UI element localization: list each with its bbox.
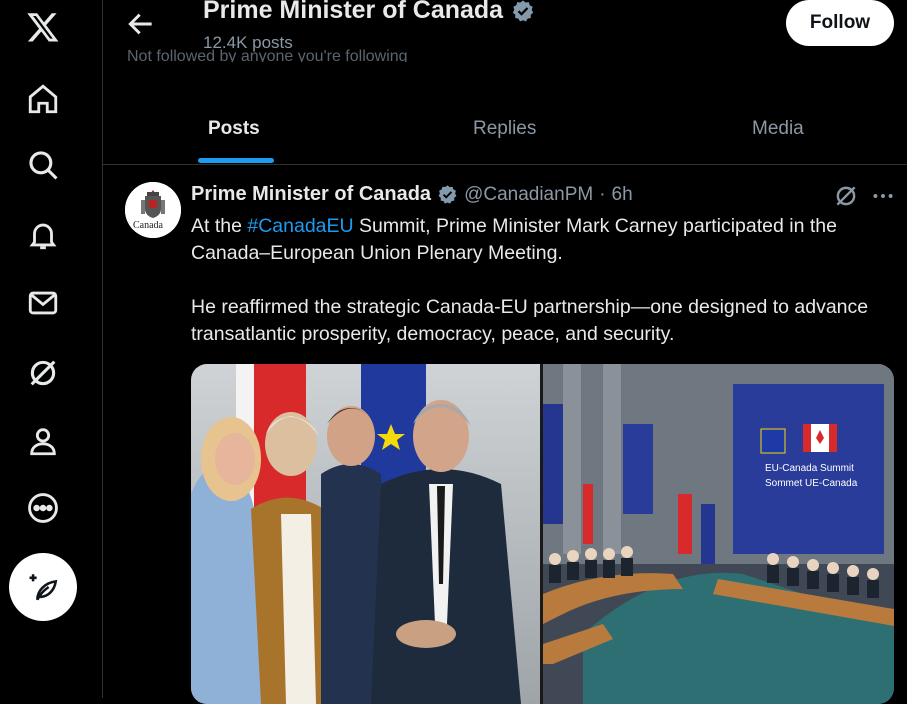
post-header: Prime Minister of Canada @CanadianPM · 6…	[191, 183, 633, 206]
profile-icon[interactable]	[20, 418, 66, 464]
verified-badge-icon	[512, 0, 534, 21]
active-tab-indicator	[198, 158, 274, 163]
profile-tabs: Posts Replies Media	[103, 100, 907, 163]
sidebar-nav	[0, 0, 100, 698]
post-media[interactable]: EU-Canada Summit Sommet UE-Canada	[191, 364, 894, 704]
tab-replies[interactable]: Replies	[473, 118, 536, 140]
post-paragraph-1: At the #CanadaEU Summit, Prime Minister …	[191, 213, 901, 267]
post-paragraph-2: He reaffirmed the strategic Canada-EU pa…	[191, 296, 869, 345]
hashtag-link[interactable]: #CanadaEU	[247, 215, 353, 237]
post-item[interactable]: Canada Prime Minister of Canada @Canadia…	[103, 165, 907, 704]
profile-header: Prime Minister of Canada 12.4K posts Not…	[103, 0, 907, 70]
follow-button[interactable]: Follow	[786, 0, 894, 46]
home-icon[interactable]	[20, 76, 66, 122]
post-separator: ·	[599, 183, 606, 205]
x-logo-icon[interactable]	[20, 4, 66, 50]
grok-icon[interactable]	[833, 183, 859, 209]
banner-title: EU-Canada Summit	[765, 463, 854, 474]
profile-name: Prime Minister of Canada	[203, 0, 504, 24]
tab-media[interactable]: Media	[752, 118, 804, 140]
back-arrow-icon[interactable]	[125, 8, 157, 40]
post-author[interactable]: Prime Minister of Canada	[191, 183, 431, 206]
bell-icon[interactable]	[20, 212, 66, 258]
search-icon[interactable]	[20, 142, 66, 188]
verified-badge-icon	[438, 185, 457, 204]
summit-photo-left[interactable]	[191, 364, 540, 704]
more-circle-icon[interactable]	[20, 485, 66, 531]
summit-photo-right[interactable]: EU-Canada Summit Sommet UE-Canada	[543, 364, 894, 704]
post-time[interactable]: 6h	[612, 184, 633, 206]
mail-icon[interactable]	[20, 280, 66, 326]
avatar[interactable]: Canada	[125, 182, 181, 238]
post-handle[interactable]: @CanadianPM	[464, 184, 593, 206]
banner-subtitle: Sommet UE-Canada	[765, 478, 858, 489]
avatar-wordmark: Canada	[133, 220, 163, 231]
post-text-prefix: At the	[191, 215, 248, 237]
grok-icon[interactable]	[20, 350, 66, 396]
followers-context-text: Not followed by anyone you're following	[127, 48, 408, 62]
post-body: At the #CanadaEU Summit, Prime Minister …	[191, 213, 901, 348]
compose-post-icon	[29, 574, 58, 601]
compose-post-button[interactable]	[9, 553, 77, 621]
page-title: Prime Minister of Canada	[203, 0, 535, 25]
tab-posts[interactable]: Posts	[208, 118, 260, 140]
more-options-icon[interactable]	[870, 183, 896, 209]
